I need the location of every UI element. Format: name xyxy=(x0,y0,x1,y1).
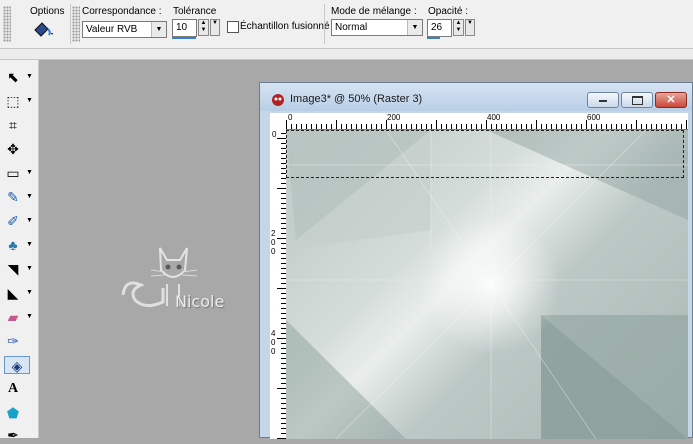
ruler-horizontal: 0 200 400 600 xyxy=(286,113,688,130)
sample-merged-checkbox[interactable] xyxy=(227,21,239,33)
dropper-icon[interactable]: ✎ xyxy=(4,188,22,206)
app-icon xyxy=(271,93,285,107)
tolerance-spinner[interactable]: ▲ ▼ xyxy=(198,19,209,36)
watermark-text: Nicole xyxy=(175,292,225,311)
flood-fill-preset-icon[interactable] xyxy=(32,20,56,38)
minimize-button[interactable] xyxy=(587,92,619,108)
paint-brush-icon[interactable]: ✐ xyxy=(4,212,22,230)
picture-tube-icon[interactable]: ✑ xyxy=(4,332,22,350)
freehand-selection-icon[interactable]: ▭ xyxy=(4,164,22,182)
selection-icon[interactable]: ⬚ xyxy=(4,92,22,110)
dodge-icon[interactable]: ◣ xyxy=(4,284,22,302)
opacity-popout[interactable]: ▼ xyxy=(465,19,475,36)
clone-brush-icon[interactable]: ♣ xyxy=(4,236,22,254)
opacity-spinner[interactable]: ▲ ▼ xyxy=(453,19,464,36)
sample-merged-label: Échantillon fusionné xyxy=(240,21,330,32)
retouch-icon[interactable]: ◥ xyxy=(4,260,22,278)
maximize-icon xyxy=(631,96,643,106)
opacity-label: Opacité : xyxy=(428,6,469,17)
tolerance-value: 10 xyxy=(176,22,188,33)
opacity-input[interactable]: 26 xyxy=(427,19,452,37)
ruler-label: 600 xyxy=(587,113,601,122)
image-window[interactable]: Image3* @ 50% (Raster 3) ✕ 0 200 400 600… xyxy=(259,82,693,439)
crop-icon[interactable]: ⌗ xyxy=(4,116,22,134)
move-icon[interactable]: ✥ xyxy=(4,140,22,158)
ruler-label: 400 xyxy=(271,329,276,356)
tolerance-label: Tolérance xyxy=(173,6,217,17)
blend-mode-value: Normal xyxy=(335,22,368,33)
eraser-icon[interactable]: ▰ xyxy=(4,308,22,326)
blend-mode-label: Mode de mélange : xyxy=(331,6,417,17)
tolerance-slider[interactable] xyxy=(172,37,196,39)
text-icon[interactable]: A xyxy=(4,380,22,398)
match-mode-label: Correspondance : xyxy=(82,6,162,17)
ruler-corner xyxy=(270,113,287,130)
ruler-label: 200 xyxy=(271,229,276,256)
opacity-value: 26 xyxy=(431,22,443,33)
close-button[interactable]: ✕ xyxy=(655,92,687,108)
options-label: Options xyxy=(30,6,65,17)
maximize-button[interactable] xyxy=(621,92,653,108)
window-titlebar[interactable]: Image3* @ 50% (Raster 3) ✕ xyxy=(260,83,692,111)
pen-icon[interactable]: ✒ xyxy=(4,426,22,444)
ruler-label: 400 xyxy=(487,113,501,122)
toolbar-grip[interactable] xyxy=(72,6,80,42)
image-canvas[interactable] xyxy=(286,130,688,439)
separator xyxy=(70,4,71,44)
match-mode-value: Valeur RVB xyxy=(86,24,138,35)
minimize-icon xyxy=(599,99,607,102)
pointer-icon[interactable]: ⬉ xyxy=(4,68,22,86)
close-icon: ✕ xyxy=(666,94,676,106)
blend-mode-dropdown[interactable]: Normal ▼ xyxy=(331,19,423,36)
match-mode-dropdown[interactable]: Valeur RVB ▼ xyxy=(82,21,167,38)
separator xyxy=(324,4,325,44)
window-title: Image3* @ 50% (Raster 3) xyxy=(290,93,423,105)
selection-marquee xyxy=(286,130,684,178)
flood-fill-icon[interactable]: ◈ xyxy=(4,356,30,374)
nicole-watermark-logo: Nicole xyxy=(115,240,235,320)
tools-toolbar: ⬉ ▼ ⬚ ▼ ⌗ ✥ ▭ ▼ ✎ ▼ ✐ ▼ ♣ ▼ ◥ ▼ ◣ ▼ ▰ ▼ ✑ ◈ A ⬟ ✒ xyxy=(0,60,39,443)
chevron-down-icon[interactable]: ▼ xyxy=(151,22,166,37)
ruler-label: 0 xyxy=(272,130,277,139)
opacity-slider[interactable] xyxy=(427,37,440,39)
toolbar-grip[interactable] xyxy=(3,6,11,42)
ruler-label: 200 xyxy=(387,113,401,122)
tolerance-popout[interactable]: ▼ xyxy=(210,19,220,36)
tolerance-input[interactable]: 10 xyxy=(172,19,197,37)
chevron-down-icon[interactable]: ▼ xyxy=(407,20,422,35)
ruler-label: 0 xyxy=(288,113,293,122)
ruler-vertical: 0 200 400 xyxy=(270,129,287,439)
shape-icon[interactable]: ⬟ xyxy=(4,404,22,422)
toolbar-strip xyxy=(0,49,693,60)
tool-options-bar: Options Correspondance : Valeur RVB ▼ To… xyxy=(0,0,693,49)
